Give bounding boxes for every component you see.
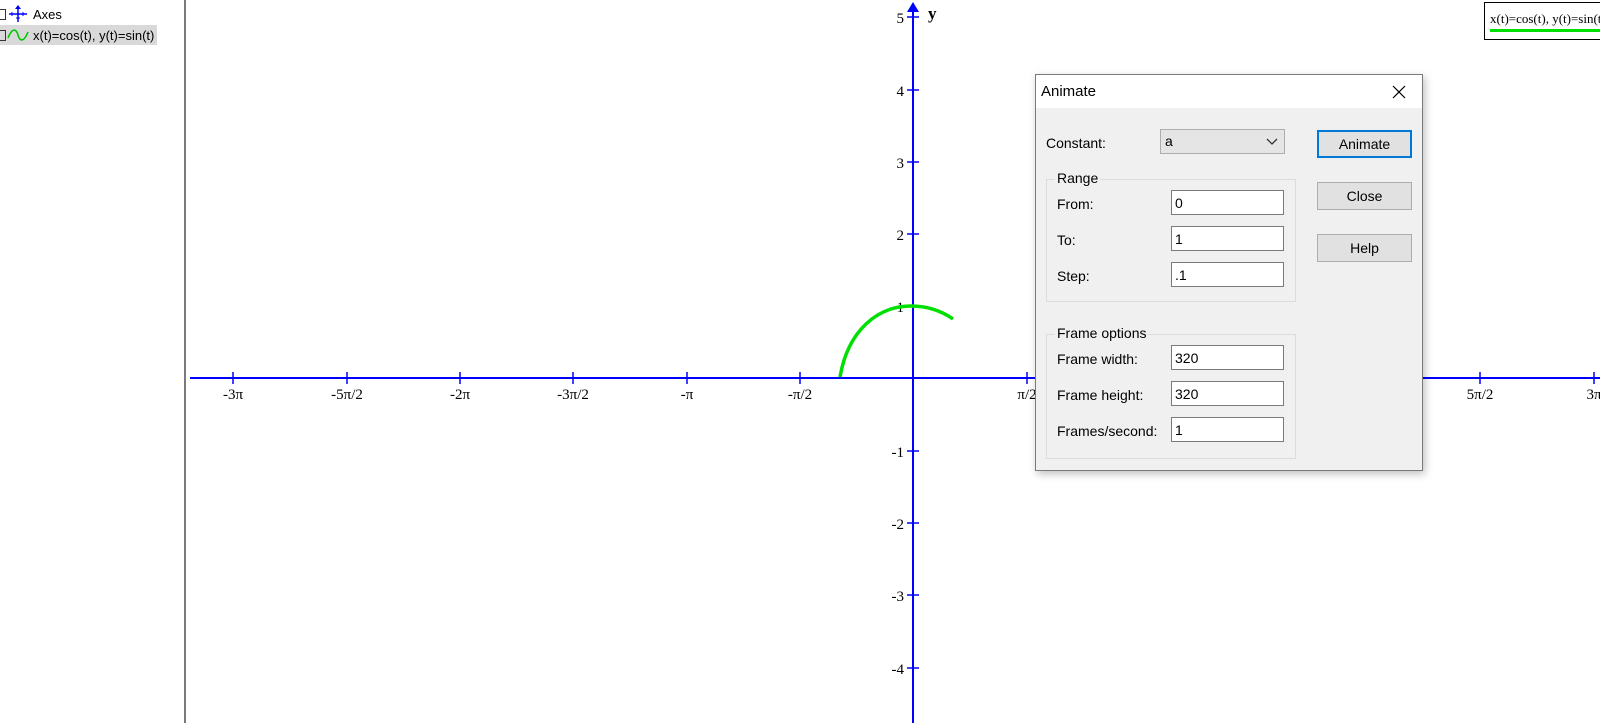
to-label: To:	[1057, 232, 1076, 248]
frame-options-group-label: Frame options	[1055, 325, 1149, 341]
x-tick-label: -5π/2	[331, 387, 363, 403]
y-tick-label: 2	[897, 228, 905, 244]
parametric-curve[interactable]	[838, 304, 955, 378]
frame-height-label: Frame height:	[1057, 387, 1144, 403]
y-tick-label: -2	[892, 517, 905, 533]
x-tick-label: -3π/2	[557, 387, 589, 403]
y-axis-arrow	[907, 2, 919, 12]
y-tick-label: 4	[897, 84, 905, 100]
constant-select[interactable]: a	[1160, 129, 1285, 154]
x-tick-label: -3π	[223, 387, 243, 403]
range-group-label: Range	[1055, 170, 1101, 186]
checkbox[interactable]	[0, 8, 6, 20]
x-tick-label: -2π	[450, 387, 470, 403]
dialog-close-button[interactable]	[1376, 75, 1422, 108]
frame-width-input[interactable]	[1171, 345, 1284, 370]
help-button[interactable]: Help	[1317, 234, 1412, 262]
constant-value: a	[1165, 133, 1173, 149]
y-tick-label: -3	[892, 589, 905, 605]
constant-label: Constant:	[1046, 135, 1106, 151]
curve-icon	[7, 29, 29, 41]
step-label: Step:	[1057, 268, 1090, 284]
y-tick-label: -4	[892, 662, 905, 678]
x-tick-label: 3π	[1586, 387, 1600, 403]
dialog-title: Animate	[1041, 83, 1097, 100]
function-item-axes[interactable]: Axes	[0, 4, 62, 24]
axes-icon	[9, 5, 27, 22]
x-tick-label: -π/2	[788, 387, 812, 403]
animate-button[interactable]: Animate	[1317, 130, 1412, 158]
dialog-title-bar[interactable]: Animate	[1036, 75, 1422, 108]
frame-width-label: Frame width:	[1057, 351, 1138, 367]
y-tick-label: 5	[897, 11, 905, 27]
y-axis-name: y	[928, 4, 937, 23]
close-button[interactable]: Close	[1317, 182, 1412, 210]
x-tick-label: π/2	[1017, 387, 1036, 403]
legend-text: x(t)=cos(t), y(t)=sin(t)	[1490, 11, 1600, 26]
animate-dialog: Animate Constant: a Range From: To: Step…	[1035, 74, 1423, 471]
frame-height-input[interactable]	[1171, 381, 1284, 406]
from-input[interactable]	[1171, 190, 1284, 215]
function-label: Axes	[33, 6, 62, 22]
to-input[interactable]	[1171, 226, 1284, 251]
frames-per-second-input[interactable]	[1171, 417, 1284, 442]
x-tick-label: 5π/2	[1467, 387, 1494, 403]
y-tick-label: -1	[892, 445, 905, 461]
checkbox[interactable]	[0, 29, 6, 41]
function-label: x(t)=cos(t), y(t)=sin(t)	[33, 27, 155, 43]
x-tick-label: -π	[681, 387, 694, 403]
chevron-down-icon	[1266, 138, 1278, 145]
frames-per-second-label: Frames/second:	[1057, 423, 1158, 439]
function-item-curve[interactable]: x(t)=cos(t), y(t)=sin(t)	[0, 25, 158, 45]
from-label: From:	[1057, 196, 1094, 212]
graph-legend[interactable]: x(t)=cos(t), y(t)=sin(t)	[1484, 2, 1600, 40]
legend-line	[1490, 29, 1600, 32]
function-list-panel: Axes x(t)=cos(t), y(t)=sin(t)	[0, 0, 186, 723]
y-tick-label: 3	[897, 156, 905, 172]
step-input[interactable]	[1171, 262, 1284, 287]
close-icon	[1392, 85, 1406, 98]
